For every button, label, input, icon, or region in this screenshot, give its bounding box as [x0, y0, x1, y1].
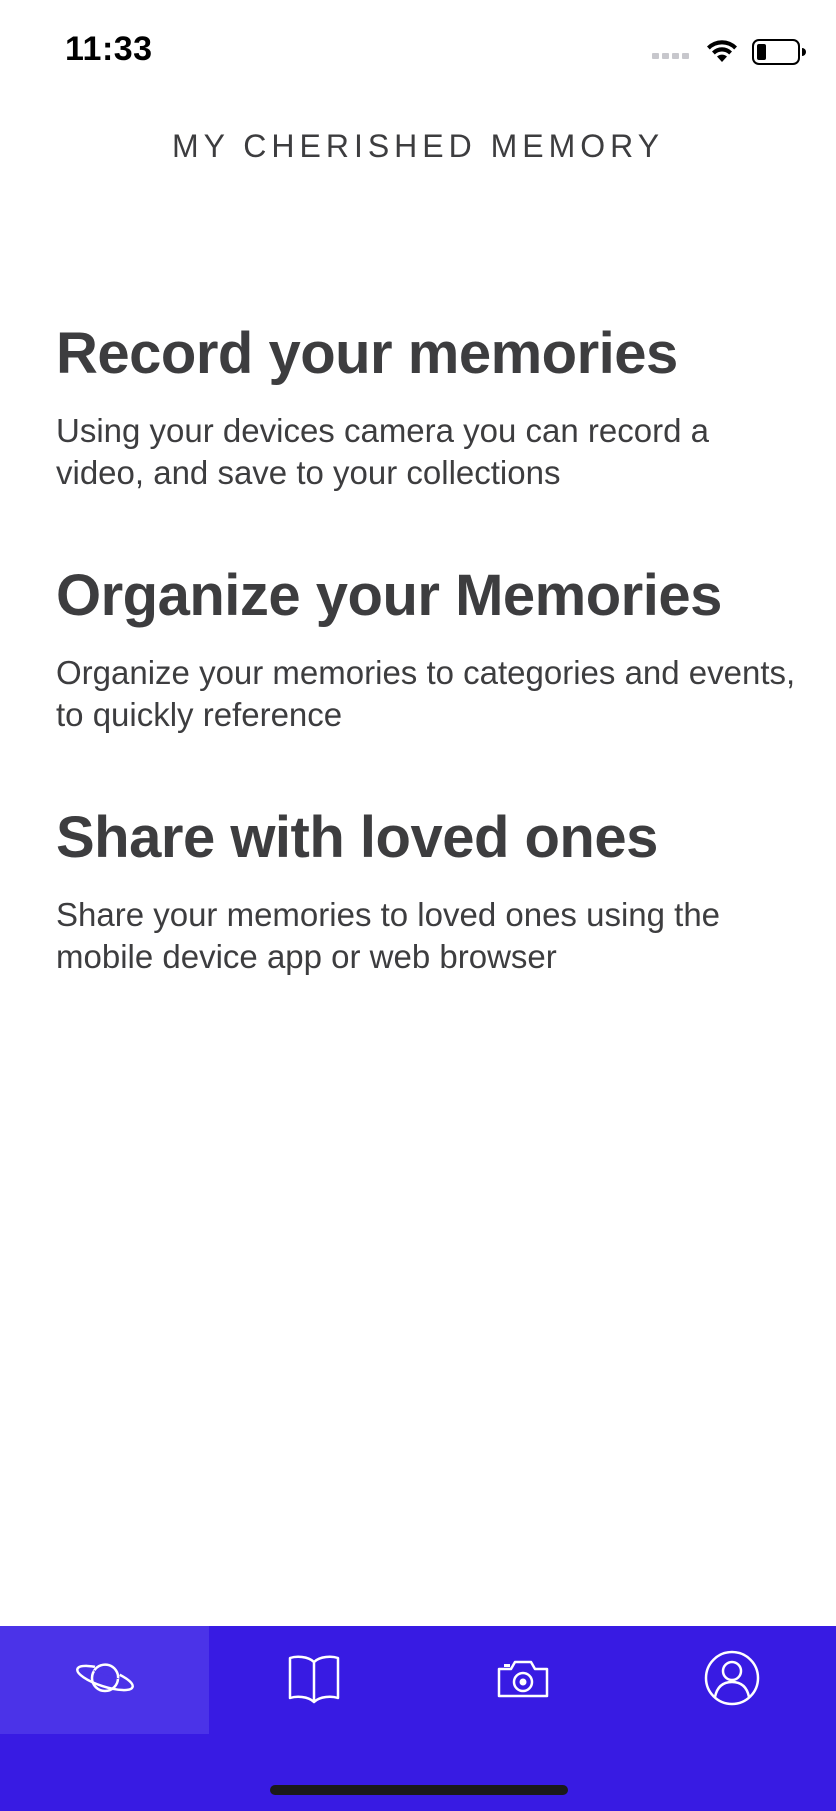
feature-description: Share your memories to loved ones using …	[56, 896, 721, 975]
tab-bar	[0, 1626, 836, 1811]
battery-icon	[752, 39, 806, 65]
user-icon	[703, 1649, 761, 1712]
signal-icon	[652, 45, 692, 59]
wifi-icon	[706, 40, 738, 64]
tab-list	[0, 1626, 836, 1734]
tab-library[interactable]	[209, 1626, 418, 1734]
feature-title: Record your memories	[56, 321, 678, 386]
feature-title: Organize your Memories	[56, 563, 722, 628]
book-icon	[286, 1652, 342, 1709]
status-icons	[652, 36, 806, 68]
home-indicator[interactable]	[270, 1785, 568, 1795]
status-bar: 11:33	[0, 0, 836, 100]
feature-description: Using your devices camera you can record…	[56, 412, 709, 491]
feature-organize: Organize your Memories Organize your mem…	[56, 562, 796, 736]
page-title: MY CHERISHED MEMORY	[171, 128, 665, 164]
tab-camera[interactable]	[418, 1626, 627, 1734]
feature-list: Record your memories Using your devices …	[56, 320, 796, 1046]
screen: 11:33 MY CHERISHED MEMORY Record your me…	[0, 0, 836, 1811]
feature-record: Record your memories Using your devices …	[56, 320, 796, 494]
feature-description: Organize your memories to categories and…	[56, 654, 796, 733]
camera-icon	[496, 1657, 550, 1704]
tab-explore[interactable]	[0, 1626, 209, 1734]
tab-profile[interactable]	[627, 1626, 836, 1734]
status-time: 11:33	[65, 30, 153, 68]
planet-icon	[73, 1653, 137, 1708]
feature-title: Share with loved ones	[56, 805, 658, 870]
feature-share: Share with loved ones Share your memorie…	[56, 804, 796, 978]
